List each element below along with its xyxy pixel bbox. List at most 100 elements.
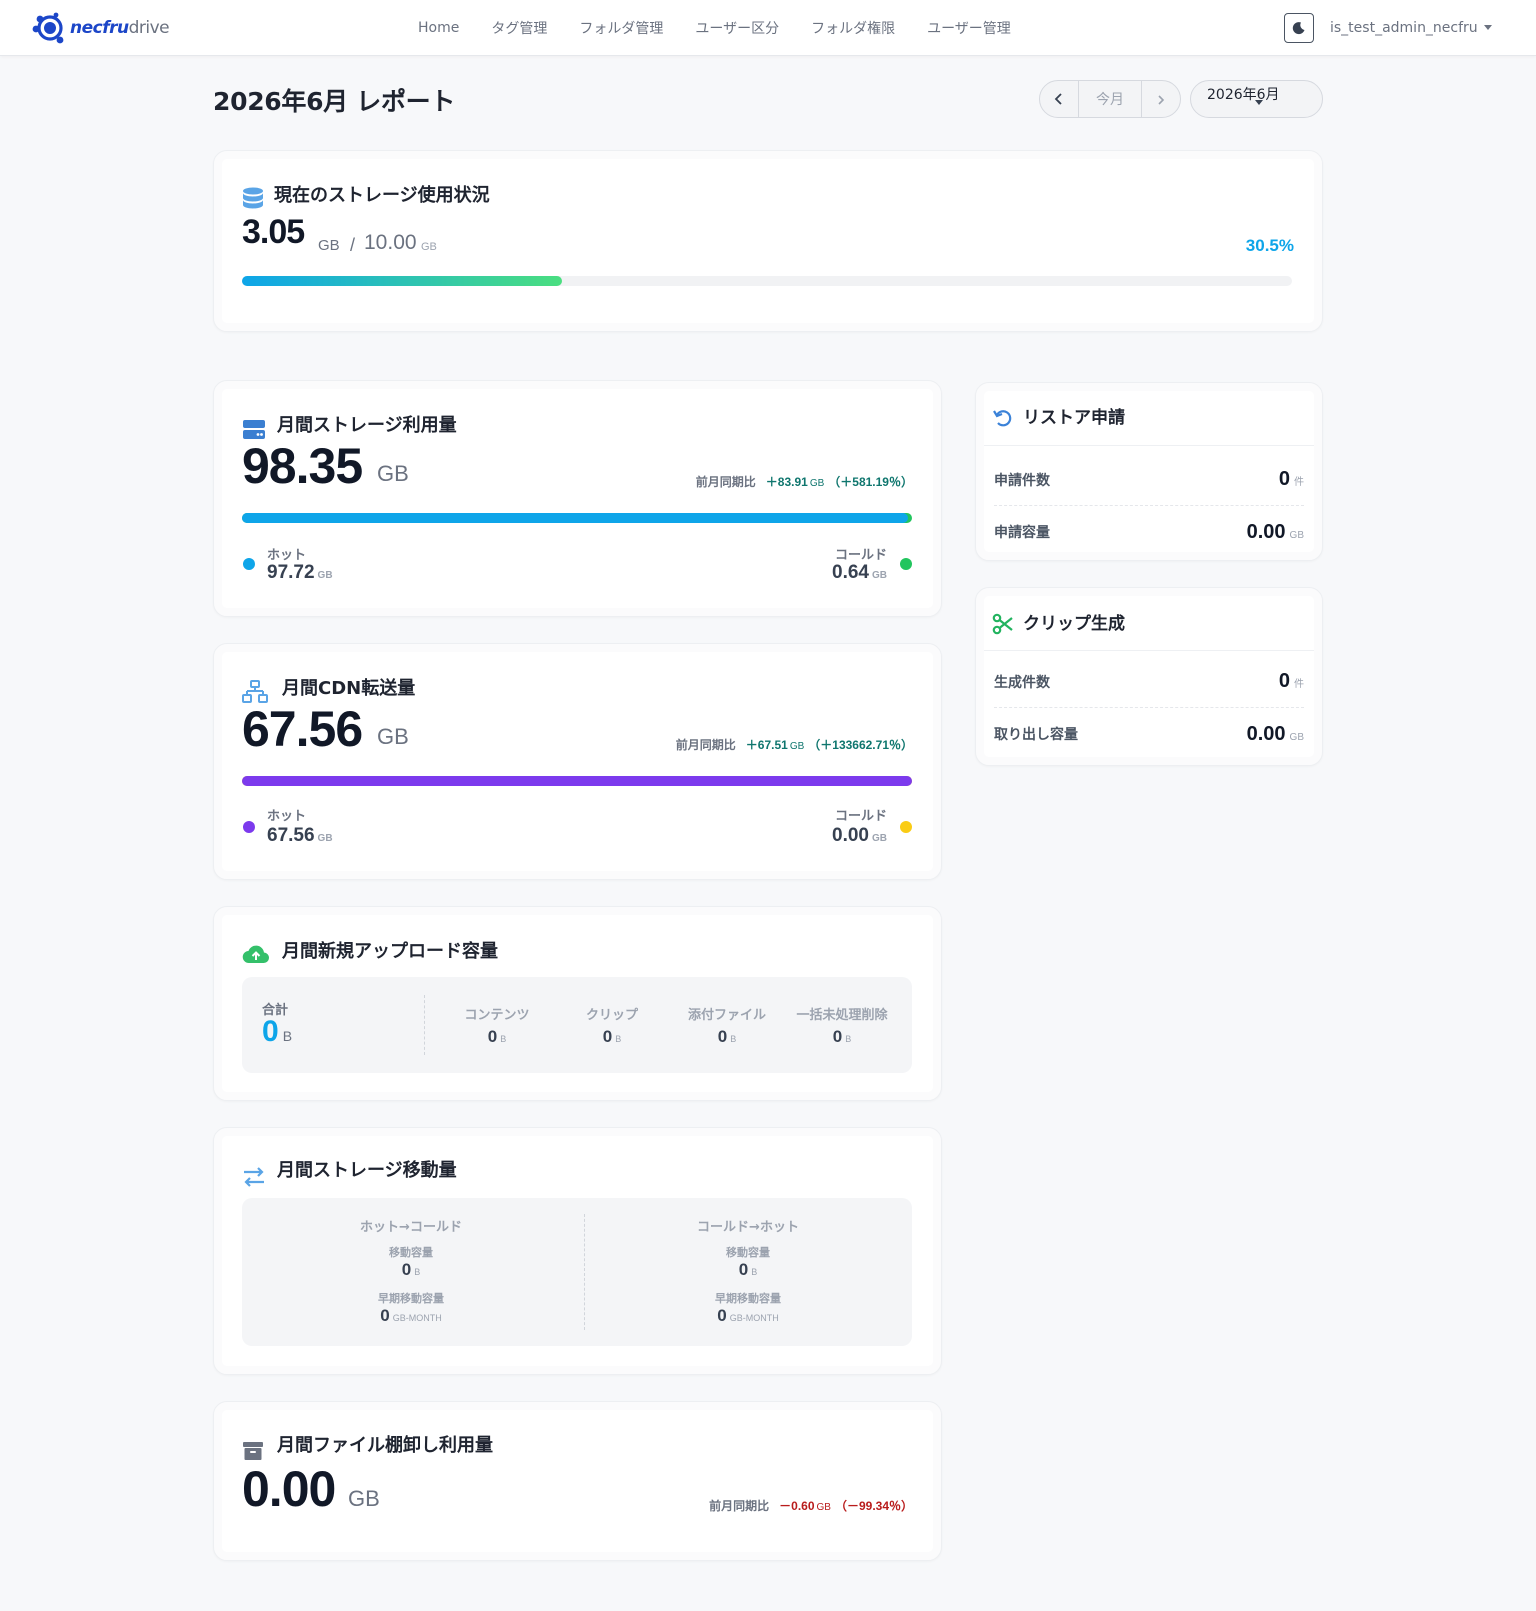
caret-down-icon bbox=[1255, 100, 1263, 105]
nav-folder-management[interactable]: フォルダ管理 bbox=[563, 18, 679, 38]
nav-folder-permissions[interactable]: フォルダ権限 bbox=[795, 18, 911, 38]
upload-item-label: 一括未処理削除 bbox=[796, 1008, 888, 1023]
upload-item-label: コンテンツ bbox=[464, 1008, 530, 1023]
restore-arrow-icon bbox=[993, 410, 1012, 427]
early-move-label: 早期移動容量 bbox=[715, 1292, 781, 1305]
monthly-upload-card: 月間新規アップロード容量 合計 0B コンテンツ 0B クリップ 0B 添付ファ… bbox=[213, 906, 942, 1101]
monthly-cdn-hot-fill bbox=[242, 776, 912, 786]
upload-breakdown-panel: 合計 0B コンテンツ 0B クリップ 0B 添付ファイル 0B 一括未処理削除… bbox=[242, 977, 912, 1073]
brand-name: necfrudrive bbox=[70, 18, 170, 38]
upload-item-label: 添付ファイル bbox=[687, 1008, 766, 1023]
storage-percent: 30.5% bbox=[1245, 236, 1294, 255]
move-group-label: コールド→ホット bbox=[697, 1220, 799, 1235]
upload-item-value: 0B bbox=[602, 1027, 622, 1046]
scissors-icon bbox=[992, 613, 1013, 635]
brand-logo-link[interactable]: necfrudrive bbox=[30, 9, 170, 47]
month-select-value: 2026年6月 bbox=[1207, 87, 1280, 103]
cold-legend-dot bbox=[900, 821, 912, 833]
restore-count-row: 申請件数 0件 bbox=[994, 454, 1304, 506]
monthly-archive-card: 月間ファイル棚卸し利用量 0.00 GB 前月同期比 －0.60 GB （－99.34… bbox=[213, 1401, 942, 1561]
monthly-storage-title: 月間ストレージ利用量 bbox=[277, 415, 457, 436]
hot-value: 67.56 GB bbox=[267, 825, 333, 846]
restore-header-divider bbox=[984, 445, 1314, 446]
month-select[interactable]: 2026年6月 bbox=[1190, 80, 1323, 118]
upload-item-value: 0B bbox=[487, 1027, 507, 1046]
user-menu-dropdown[interactable]: is_test_admin_necfru bbox=[1330, 0, 1492, 56]
restore-capacity-row: 申請容量 0.00 GB bbox=[994, 520, 1304, 543]
cold-value: 0.64 GB bbox=[832, 562, 887, 583]
monthly-archive-title: 月間ファイル棚卸し利用量 bbox=[277, 1435, 493, 1456]
monthly-cdn-bar bbox=[242, 776, 912, 786]
monthly-archive-unit: GB bbox=[348, 1486, 380, 1511]
upload-item-label: クリップ bbox=[585, 1008, 638, 1023]
page-title: 2026年6月 レポート bbox=[213, 87, 456, 116]
cold-value: 0.00 GB bbox=[832, 825, 887, 846]
hot-label: ホット bbox=[267, 809, 307, 824]
monthly-archive-compare: 前月同期比 －0.60 GB （－99.34％） bbox=[709, 1499, 913, 1513]
move-capacity-label: 移動容量 bbox=[389, 1246, 433, 1259]
next-month-button[interactable] bbox=[1142, 81, 1180, 117]
nav-home[interactable]: Home bbox=[402, 20, 475, 36]
storage-used-value: 3.05 bbox=[242, 213, 305, 251]
caret-down-icon bbox=[1483, 24, 1492, 30]
storage-status-card: 現在のストレージ使用状況 3.05 GB / 10.00 GB 30.5% bbox=[213, 150, 1323, 332]
storage-progress-fill bbox=[242, 276, 563, 286]
monthly-storage-hot-fill bbox=[242, 513, 908, 523]
upload-total-value: 0B bbox=[262, 1015, 293, 1048]
brand-logo-icon bbox=[32, 12, 64, 44]
clip-capacity-row: 取り出し容量 0.00 GB bbox=[994, 722, 1304, 745]
early-move-value: 0 GB-MONTH bbox=[380, 1306, 442, 1325]
storage-used-unit: GB bbox=[318, 237, 340, 254]
moon-icon bbox=[1292, 22, 1305, 35]
theme-toggle-button[interactable] bbox=[1284, 13, 1314, 43]
upload-item-value: 0B bbox=[832, 1027, 852, 1046]
restore-title: リストア申請 bbox=[1023, 408, 1125, 428]
hot-legend-dot bbox=[243, 821, 255, 833]
move-breakdown-panel: ホット→コールド 移動容量 0B 早期移動容量 0 GB-MONTH コールド→ホ… bbox=[242, 1198, 912, 1346]
monthly-cdn-card: 月間CDN転送量 67.56 GB 前月同期比 ＋67.51 GB （＋133662.… bbox=[213, 643, 942, 880]
cloud-upload-icon bbox=[242, 945, 270, 964]
monthly-storage-unit: GB bbox=[377, 461, 409, 486]
clip-count-row: 生成件数 0件 bbox=[994, 656, 1304, 708]
monthly-upload-title: 月間新規アップロード容量 bbox=[282, 941, 498, 962]
upload-item-value: 0B bbox=[717, 1027, 737, 1046]
nav-user-management[interactable]: ユーザー管理 bbox=[911, 18, 1027, 38]
storage-total-unit: GB bbox=[421, 241, 437, 253]
hot-label: ホット bbox=[267, 548, 307, 563]
move-capacity-value: 0B bbox=[401, 1260, 421, 1279]
storage-total-value: 10.00 bbox=[364, 231, 417, 254]
database-icon bbox=[243, 187, 263, 209]
hot-legend-dot bbox=[243, 558, 255, 570]
early-move-label: 早期移動容量 bbox=[378, 1292, 444, 1305]
chevron-right-icon bbox=[1158, 95, 1165, 105]
month-navigation: 今月 bbox=[1039, 80, 1181, 118]
cold-legend-dot bbox=[900, 558, 912, 570]
cold-label: コールド bbox=[834, 809, 887, 824]
monthly-archive-value: 0.00 bbox=[242, 1461, 336, 1517]
monthly-cdn-unit: GB bbox=[377, 724, 409, 749]
monthly-cdn-value: 67.56 bbox=[242, 701, 363, 757]
monthly-cdn-compare: 前月同期比 ＋67.51 GB （＋133662.71％） bbox=[675, 738, 913, 752]
clip-card: クリップ生成 生成件数 0件 取り出し容量 0.00 GB bbox=[975, 587, 1323, 766]
main-nav: Home タグ管理 フォルダ管理 ユーザー区分 フォルダ権限 ユーザー管理 bbox=[402, 0, 1027, 56]
prev-month-button[interactable] bbox=[1040, 81, 1079, 117]
move-capacity-label: 移動容量 bbox=[726, 1246, 770, 1259]
monthly-move-title: 月間ストレージ移動量 bbox=[277, 1160, 457, 1181]
nav-tag-management[interactable]: タグ管理 bbox=[475, 18, 563, 38]
monthly-cdn-title: 月間CDN転送量 bbox=[282, 678, 416, 699]
hot-value: 97.72 GB bbox=[267, 562, 333, 583]
move-capacity-value: 0B bbox=[738, 1260, 758, 1279]
clip-header-divider bbox=[984, 650, 1314, 651]
current-month-button[interactable]: 今月 bbox=[1079, 81, 1142, 117]
early-move-value: 0 GB-MONTH bbox=[717, 1306, 779, 1325]
monthly-storage-bar bbox=[242, 513, 912, 523]
monthly-storage-value: 98.35 bbox=[242, 438, 363, 494]
move-group-label: ホット→コールド bbox=[360, 1220, 462, 1235]
nav-user-category[interactable]: ユーザー区分 bbox=[679, 18, 795, 38]
storage-progress-track bbox=[242, 276, 1292, 286]
chevron-left-icon bbox=[1054, 93, 1062, 105]
storage-separator: / bbox=[350, 235, 356, 255]
monthly-storage-compare: 前月同期比 ＋83.91 GB （＋581.19％） bbox=[695, 475, 913, 489]
top-navbar: necfrudrive Home タグ管理 フォルダ管理 ユーザー区分 フォルダ… bbox=[0, 0, 1536, 56]
monthly-move-card: 月間ストレージ移動量 ホット→コールド 移動容量 0B 早期移動容量 0 GB-M… bbox=[213, 1127, 942, 1375]
